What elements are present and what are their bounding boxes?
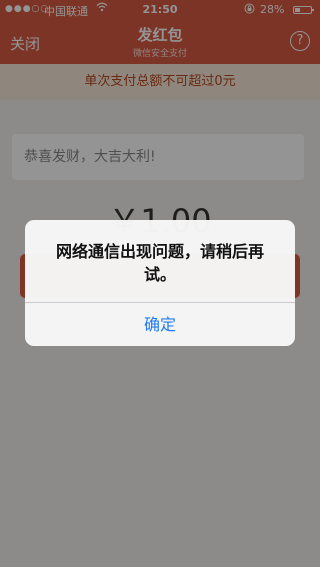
network-error-alert: 网络通信出现问题，请稍后再试。 确定 (25, 220, 295, 346)
confirm-button[interactable]: 确定 (25, 303, 295, 346)
alert-message: 网络通信出现问题，请稍后再试。 (55, 242, 264, 284)
